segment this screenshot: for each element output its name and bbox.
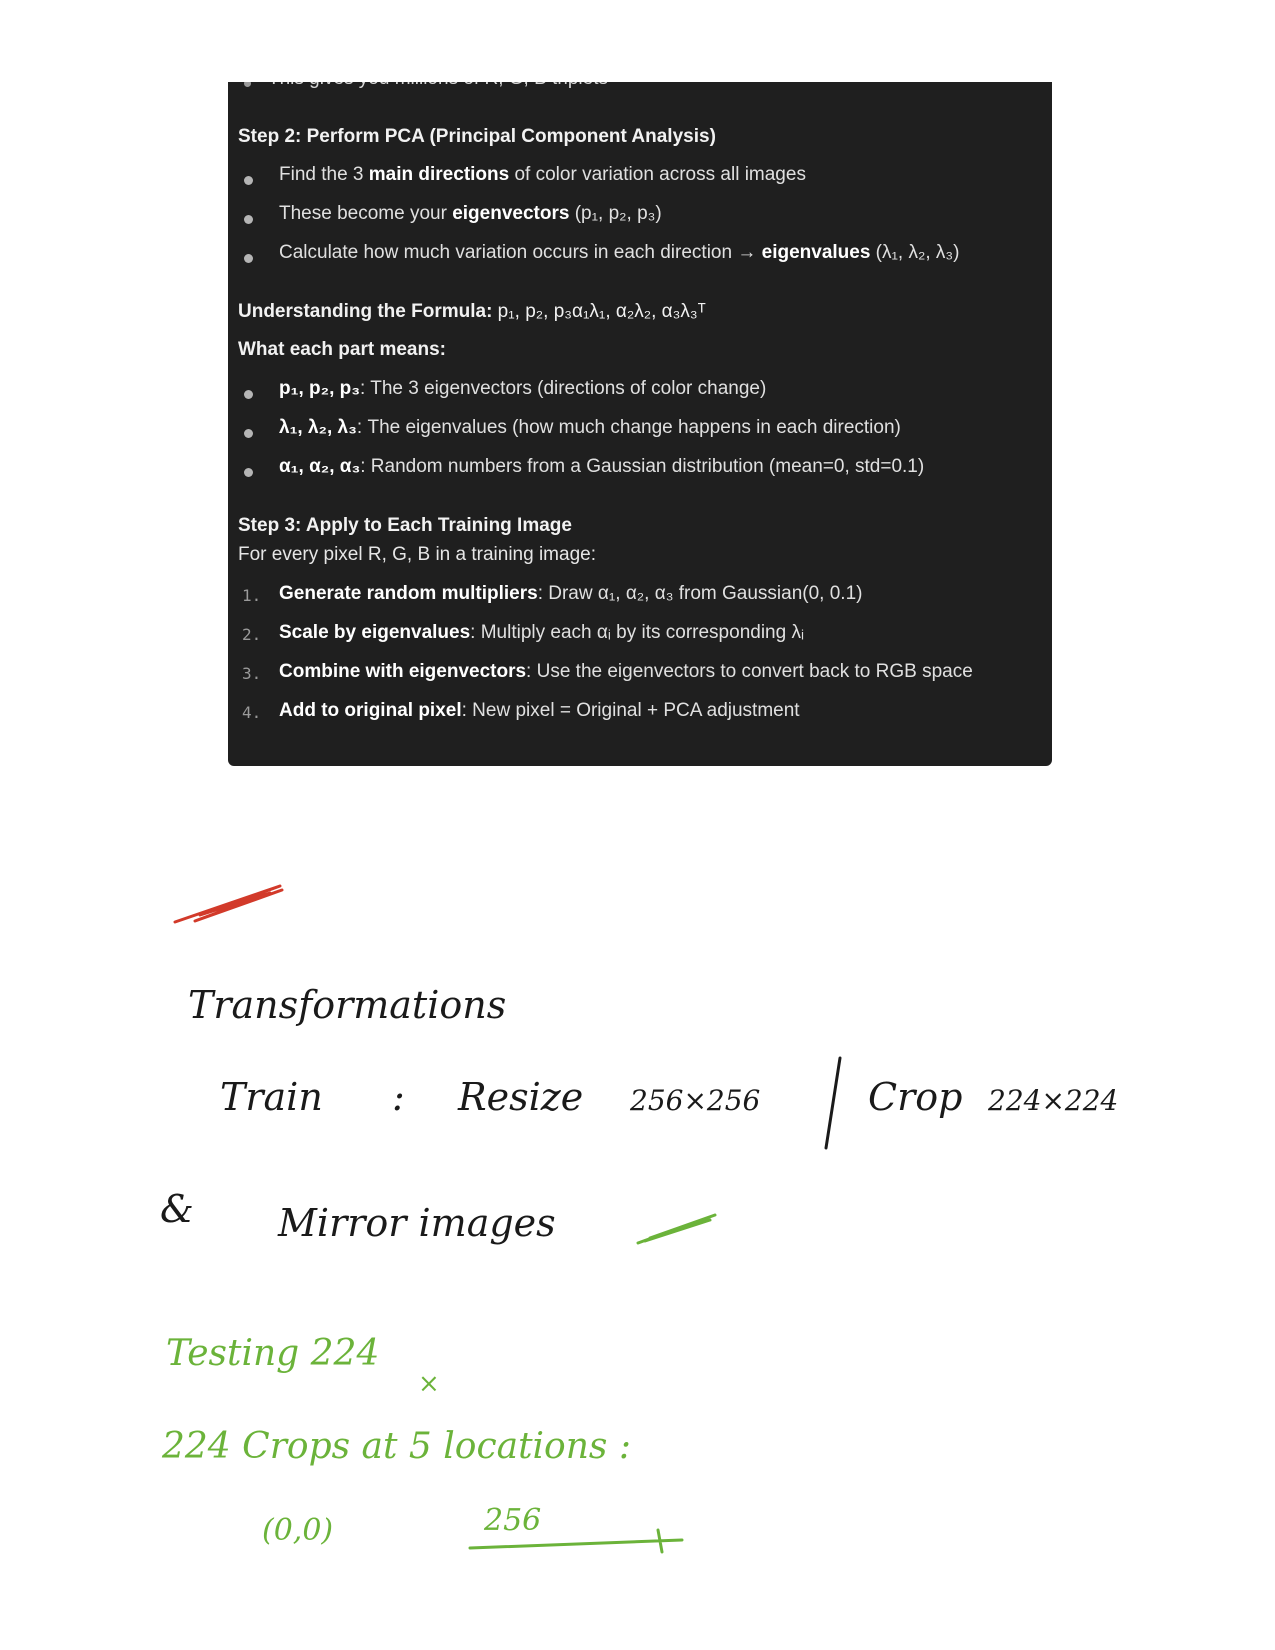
crop-label: Crop: [868, 1075, 962, 1119]
resize-size: 256×256: [629, 1084, 760, 1117]
ampersand: &: [160, 1187, 194, 1231]
train-label: Train: [220, 1075, 323, 1119]
resize-label: Resize: [457, 1075, 583, 1119]
handwritten-notes: Transformations Train : Resize 256×256 C…: [160, 884, 1118, 1554]
notes-title: Transformations: [188, 983, 506, 1027]
red-scribble: [173, 884, 284, 924]
train-colon: :: [392, 1075, 405, 1119]
crop-size: 224×224: [987, 1084, 1118, 1117]
testing-label: Testing 224: [166, 1333, 379, 1374]
origin-label: (0,0): [262, 1513, 333, 1548]
times-mark: ×: [418, 1369, 440, 1399]
mirror-label: Mirror images: [277, 1201, 556, 1245]
divider-stroke: [824, 1056, 842, 1150]
green-scribble: [636, 1213, 717, 1245]
crops-line: 224 Crops at 5 locations :: [161, 1426, 631, 1467]
size-256-label: 256: [483, 1503, 541, 1538]
